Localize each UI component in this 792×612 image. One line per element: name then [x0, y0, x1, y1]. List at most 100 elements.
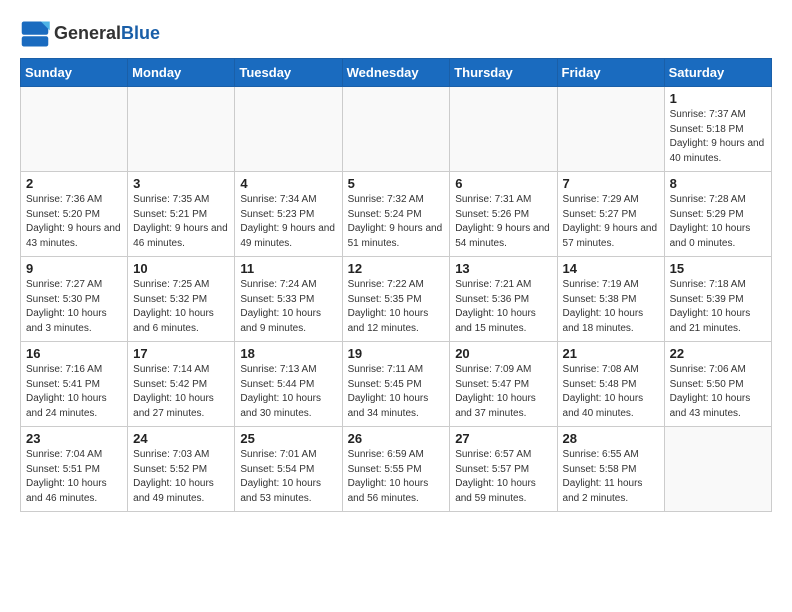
day-info: Sunrise: 7:01 AM Sunset: 5:54 PM Dayligh… — [240, 448, 336, 506]
day-number: 18 — [240, 346, 336, 361]
day-number: 22 — [670, 346, 766, 361]
day-info: Sunrise: 7:08 AM Sunset: 5:48 PM Dayligh… — [563, 363, 659, 421]
calendar-cell: 1Sunrise: 7:37 AM Sunset: 5:18 PM Daylig… — [664, 87, 771, 172]
col-header-saturday: Saturday — [664, 59, 771, 87]
day-info: Sunrise: 6:57 AM Sunset: 5:57 PM Dayligh… — [455, 448, 551, 506]
day-info: Sunrise: 7:24 AM Sunset: 5:33 PM Dayligh… — [240, 278, 336, 336]
day-number: 21 — [563, 346, 659, 361]
day-number: 6 — [455, 176, 551, 191]
day-number: 25 — [240, 431, 336, 446]
col-header-friday: Friday — [557, 59, 664, 87]
calendar-week-row: 2 Sunrise: 7:36 AM Sunset: 5:20 PM Daylig… — [21, 172, 772, 257]
day-number: 10 — [133, 261, 229, 276]
day-number: 12 — [348, 261, 445, 276]
day-number: 15 — [670, 261, 766, 276]
calendar-cell — [664, 427, 771, 512]
calendar-cell: 21 Sunrise: 7:08 AM Sunset: 5:48 PM Dayli… — [557, 342, 664, 427]
day-info: Sunrise: 7:32 AM Sunset: 5:24 PM Dayligh… — [348, 193, 445, 251]
col-header-wednesday: Wednesday — [342, 59, 450, 87]
calendar-cell: 8 Sunrise: 7:28 AM Sunset: 5:29 PM Daylig… — [664, 172, 771, 257]
day-number: 17 — [133, 346, 229, 361]
calendar-cell — [235, 87, 342, 172]
day-info: Sunrise: 7:31 AM Sunset: 5:26 PM Dayligh… — [455, 193, 551, 251]
day-number: 7 — [563, 176, 659, 191]
calendar-cell: 26 Sunrise: 6:59 AM Sunset: 5:55 PM Dayli… — [342, 427, 450, 512]
day-number: 11 — [240, 261, 336, 276]
calendar-header-row: SundayMondayTuesdayWednesdayThursdayFrid… — [21, 59, 772, 87]
logo: GeneralBlue — [20, 20, 160, 48]
day-info: Sunrise: 7:34 AM Sunset: 5:23 PM Dayligh… — [240, 193, 336, 251]
day-number: 20 — [455, 346, 551, 361]
calendar-cell — [557, 87, 664, 172]
day-info: Sunrise: 7:04 AM Sunset: 5:51 PM Dayligh… — [26, 448, 122, 506]
day-info: Sunrise: 7:14 AM Sunset: 5:42 PM Dayligh… — [133, 363, 229, 421]
day-info: Sunrise: 7:18 AM Sunset: 5:39 PM Dayligh… — [670, 278, 766, 336]
day-info: Sunrise: 7:03 AM Sunset: 5:52 PM Dayligh… — [133, 448, 229, 506]
col-header-monday: Monday — [128, 59, 235, 87]
day-number: 3 — [133, 176, 229, 191]
calendar-cell: 11 Sunrise: 7:24 AM Sunset: 5:33 PM Dayli… — [235, 257, 342, 342]
calendar-week-row: 9Sunrise: 7:27 AM Sunset: 5:30 PM Daylig… — [21, 257, 772, 342]
calendar-cell: 5Sunrise: 7:32 AM Sunset: 5:24 PM Daylig… — [342, 172, 450, 257]
calendar-cell: 9Sunrise: 7:27 AM Sunset: 5:30 PM Daylig… — [21, 257, 128, 342]
day-info: Sunrise: 7:22 AM Sunset: 5:35 PM Dayligh… — [348, 278, 445, 336]
calendar-week-row: 16 Sunrise: 7:16 AM Sunset: 5:41 PM Dayli… — [21, 342, 772, 427]
calendar-cell — [342, 87, 450, 172]
day-number: 28 — [563, 431, 659, 446]
day-info: Sunrise: 7:11 AM Sunset: 5:45 PM Dayligh… — [348, 363, 445, 421]
col-header-tuesday: Tuesday — [235, 59, 342, 87]
calendar-cell — [450, 87, 557, 172]
day-info: Sunrise: 7:28 AM Sunset: 5:29 PM Dayligh… — [670, 193, 766, 251]
calendar-week-row: 1Sunrise: 7:37 AM Sunset: 5:18 PM Daylig… — [21, 87, 772, 172]
calendar-cell: 4Sunrise: 7:34 AM Sunset: 5:23 PM Daylig… — [235, 172, 342, 257]
day-info: Sunrise: 6:59 AM Sunset: 5:55 PM Dayligh… — [348, 448, 445, 506]
day-info: Sunrise: 7:16 AM Sunset: 5:41 PM Dayligh… — [26, 363, 122, 421]
day-info: Sunrise: 7:27 AM Sunset: 5:30 PM Dayligh… — [26, 278, 122, 336]
calendar-cell: 3 Sunrise: 7:35 AM Sunset: 5:21 PM Daylig… — [128, 172, 235, 257]
day-number: 26 — [348, 431, 445, 446]
calendar-cell: 7Sunrise: 7:29 AM Sunset: 5:27 PM Daylig… — [557, 172, 664, 257]
calendar-cell: 20 Sunrise: 7:09 AM Sunset: 5:47 PM Dayli… — [450, 342, 557, 427]
calendar-cell: 18 Sunrise: 7:13 AM Sunset: 5:44 PM Dayli… — [235, 342, 342, 427]
calendar-table: SundayMondayTuesdayWednesdayThursdayFrid… — [20, 58, 772, 512]
calendar-cell: 17 Sunrise: 7:14 AM Sunset: 5:42 PM Dayli… — [128, 342, 235, 427]
calendar-cell: 15 Sunrise: 7:18 AM Sunset: 5:39 PM Dayli… — [664, 257, 771, 342]
calendar-cell: 6 Sunrise: 7:31 AM Sunset: 5:26 PM Daylig… — [450, 172, 557, 257]
col-header-sunday: Sunday — [21, 59, 128, 87]
calendar-cell: 10 Sunrise: 7:25 AM Sunset: 5:32 PM Dayli… — [128, 257, 235, 342]
day-number: 1 — [670, 91, 766, 106]
calendar-cell: 22 Sunrise: 7:06 AM Sunset: 5:50 PM Dayli… — [664, 342, 771, 427]
day-number: 2 — [26, 176, 122, 191]
col-header-thursday: Thursday — [450, 59, 557, 87]
day-number: 8 — [670, 176, 766, 191]
logo-text: GeneralBlue — [54, 24, 160, 44]
calendar-cell: 28 Sunrise: 6:55 AM Sunset: 5:58 PM Dayli… — [557, 427, 664, 512]
day-info: Sunrise: 7:35 AM Sunset: 5:21 PM Dayligh… — [133, 193, 229, 251]
calendar-cell: 23 Sunrise: 7:04 AM Sunset: 5:51 PM Dayli… — [21, 427, 128, 512]
day-info: Sunrise: 7:19 AM Sunset: 5:38 PM Dayligh… — [563, 278, 659, 336]
day-info: Sunrise: 7:36 AM Sunset: 5:20 PM Dayligh… — [26, 193, 122, 251]
calendar-cell: 19Sunrise: 7:11 AM Sunset: 5:45 PM Dayli… — [342, 342, 450, 427]
day-info: Sunrise: 6:55 AM Sunset: 5:58 PM Dayligh… — [563, 448, 659, 506]
calendar-cell: 12 Sunrise: 7:22 AM Sunset: 5:35 PM Dayli… — [342, 257, 450, 342]
calendar-cell: 25 Sunrise: 7:01 AM Sunset: 5:54 PM Dayli… — [235, 427, 342, 512]
day-number: 24 — [133, 431, 229, 446]
calendar-cell — [21, 87, 128, 172]
calendar-cell: 16 Sunrise: 7:16 AM Sunset: 5:41 PM Dayli… — [21, 342, 128, 427]
day-number: 23 — [26, 431, 122, 446]
day-info: Sunrise: 7:25 AM Sunset: 5:32 PM Dayligh… — [133, 278, 229, 336]
calendar-cell: 14 Sunrise: 7:19 AM Sunset: 5:38 PM Dayli… — [557, 257, 664, 342]
calendar-cell: 24 Sunrise: 7:03 AM Sunset: 5:52 PM Dayli… — [128, 427, 235, 512]
calendar-week-row: 23 Sunrise: 7:04 AM Sunset: 5:51 PM Dayli… — [21, 427, 772, 512]
calendar-cell: 27 Sunrise: 6:57 AM Sunset: 5:57 PM Dayli… — [450, 427, 557, 512]
day-number: 16 — [26, 346, 122, 361]
day-number: 13 — [455, 261, 551, 276]
day-info: Sunrise: 7:06 AM Sunset: 5:50 PM Dayligh… — [670, 363, 766, 421]
day-number: 14 — [563, 261, 659, 276]
calendar-cell: 13 Sunrise: 7:21 AM Sunset: 5:36 PM Dayli… — [450, 257, 557, 342]
day-info: Sunrise: 7:21 AM Sunset: 5:36 PM Dayligh… — [455, 278, 551, 336]
day-info: Sunrise: 7:13 AM Sunset: 5:44 PM Dayligh… — [240, 363, 336, 421]
page-header: GeneralBlue — [20, 20, 772, 48]
day-info: Sunrise: 7:09 AM Sunset: 5:47 PM Dayligh… — [455, 363, 551, 421]
day-number: 27 — [455, 431, 551, 446]
